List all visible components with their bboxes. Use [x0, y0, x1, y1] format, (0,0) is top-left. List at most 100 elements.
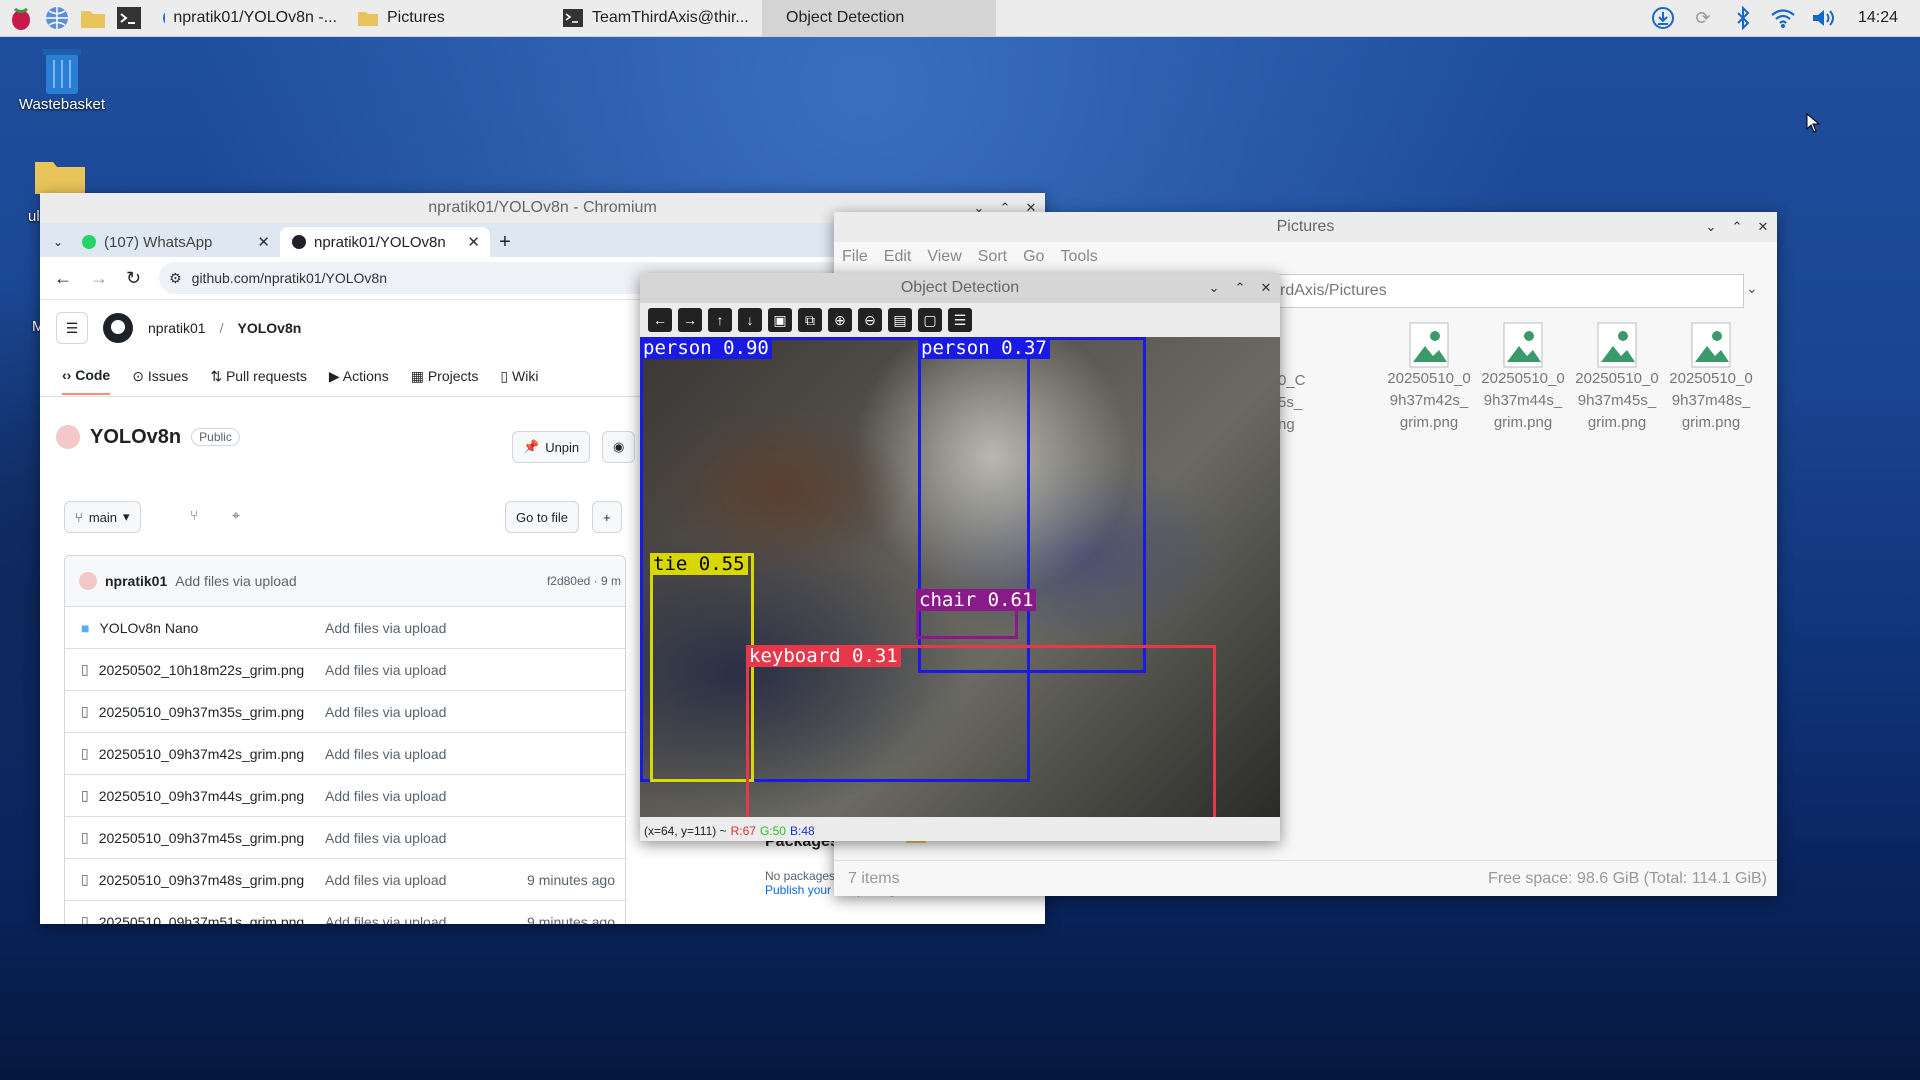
chevron-down-icon[interactable]: ⌄ [1746, 280, 1758, 297]
menu-file[interactable]: File [842, 248, 868, 266]
file-row[interactable]: ▯ 20250510_09h37m45s_grim.png Add files vi… [65, 816, 625, 858]
zoom-in-icon[interactable]: ⊕ [828, 308, 852, 332]
hamburger-menu-icon[interactable]: ☰ [56, 312, 88, 344]
file-name-cell[interactable]: ▯ 20250510_09h37m48s_grim.png [65, 871, 325, 888]
tab-projects[interactable]: ▦ Projects [411, 368, 479, 385]
wifi-icon[interactable] [1770, 5, 1796, 31]
file-row[interactable]: ▯ 20250510_09h37m44s_grim.png Add files vi… [65, 774, 625, 816]
file-commit-message[interactable]: Add files via upload [325, 872, 515, 888]
file-name-cell[interactable]: ▯ 20250510_09h37m45s_grim.png [65, 829, 325, 846]
go-to-file-button[interactable]: Go to file [505, 501, 580, 533]
image-thumbnail[interactable]: 20250510_0 9h37m42s_ grim.png [1384, 322, 1474, 434]
tab-pull-requests[interactable]: ⇅ Pull requests [210, 368, 307, 385]
file-commit-message[interactable]: Add files via upload [325, 662, 515, 678]
tab-code[interactable]: ‹› Code [62, 367, 111, 395]
file-commit-message[interactable]: Add files via upload [325, 704, 515, 720]
file-commit-message[interactable]: Add files via upload [325, 830, 515, 846]
minimize-icon[interactable]: ⌄ [1206, 280, 1222, 296]
new-tab-icon[interactable]: + [490, 227, 520, 257]
save-icon[interactable]: ▤ [888, 308, 912, 332]
pan-down-icon[interactable]: ↓ [738, 308, 762, 332]
updates-icon[interactable] [1650, 5, 1676, 31]
window-titlebar[interactable]: Pictures ⌄ ⌃ ✕ [834, 212, 1777, 242]
partial-thumb[interactable]: 0_C 5s_ ng [1278, 370, 1306, 436]
close-icon[interactable]: ✕ [1755, 219, 1771, 235]
reload-icon[interactable]: ↻ [126, 268, 141, 289]
file-name-cell[interactable]: ■ YOLOv8n Nano [65, 620, 325, 636]
minimize-icon[interactable]: ⌄ [1703, 219, 1719, 235]
file-row[interactable]: ▯ 20250502_10h18m22s_grim.png Add files vi… [65, 648, 625, 690]
task-chromium[interactable]: npratik01/YOLOv8n -... [152, 0, 347, 36]
browser-globe-icon[interactable] [42, 3, 72, 33]
forward-icon[interactable]: → [90, 268, 108, 289]
file-row[interactable]: ■ YOLOv8n Nano Add files via upload [65, 606, 625, 648]
branch-select[interactable]: ⑂ main ▾ [64, 501, 141, 533]
close-tab-icon[interactable]: ✕ [467, 233, 480, 251]
folder-desktop-icon[interactable] [34, 158, 86, 194]
file-row[interactable]: ▯ 20250510_09h37m42s_grim.png Add files vi… [65, 732, 625, 774]
owner-link[interactable]: npratik01 [148, 320, 206, 336]
file-commit-message[interactable]: Add files via upload [325, 746, 515, 762]
image-thumbnail[interactable]: 20250510_0 9h37m45s_ grim.png [1572, 322, 1662, 434]
sync-icon[interactable]: ⟳ [1690, 5, 1716, 31]
menu-go[interactable]: Go [1023, 248, 1044, 266]
maximize-icon[interactable]: ⌃ [1232, 280, 1248, 296]
commit-hash[interactable]: f2d80ed · 9 m [547, 574, 625, 588]
file-row[interactable]: ▯ 20250510_09h37m35s_grim.png Add files vi… [65, 690, 625, 732]
file-name-cell[interactable]: ▯ 20250502_10h18m22s_grim.png [65, 661, 325, 678]
menu-edit[interactable]: Edit [884, 248, 912, 266]
pan-right-icon[interactable]: → [678, 308, 702, 332]
menu-view[interactable]: View [927, 248, 961, 266]
github-logo-icon[interactable] [102, 312, 134, 344]
clock[interactable]: 14:24 [1858, 9, 1898, 27]
close-icon[interactable]: ✕ [1258, 280, 1274, 296]
pan-up-icon[interactable]: ↑ [708, 308, 732, 332]
menu-tools[interactable]: Tools [1060, 248, 1097, 266]
wastebasket-desktop-icon[interactable]: Wastebasket [12, 44, 112, 113]
window-titlebar[interactable]: Object Detection ⌄ ⌃ ✕ [640, 273, 1280, 303]
file-name-cell[interactable]: ▯ 20250510_09h37m42s_grim.png [65, 745, 325, 762]
tab-whatsapp[interactable]: (107) WhatsApp ✕ [70, 227, 280, 257]
zoom-out-icon[interactable]: ⊖ [858, 308, 882, 332]
commit-message[interactable]: Add files via upload [175, 573, 296, 589]
file-commit-message[interactable]: Add files via upload [325, 620, 515, 636]
maximize-icon[interactable]: ⌃ [1729, 219, 1745, 235]
terminal-icon[interactable] [114, 3, 144, 33]
close-tab-icon[interactable]: ✕ [257, 233, 270, 251]
menu-sort[interactable]: Sort [978, 248, 1007, 266]
task-pictures[interactable]: Pictures [347, 0, 552, 36]
file-row[interactable]: ▯ 20250510_09h37m48s_grim.png Add files vi… [65, 858, 625, 900]
zoom-original-icon[interactable]: ⧉ [798, 308, 822, 332]
tab-github[interactable]: npratik01/YOLOv8n ✕ [280, 227, 490, 257]
file-name-cell[interactable]: ▯ 20250510_09h37m35s_grim.png [65, 703, 325, 720]
branches-icon[interactable]: ⑂ [190, 507, 198, 523]
properties-icon[interactable]: ☰ [948, 308, 972, 332]
commit-user[interactable]: npratik01 [105, 573, 167, 589]
file-row[interactable]: ▯ 20250510_09h37m51s_grim.png Add files vi… [65, 900, 625, 924]
tab-issues[interactable]: ⊙ Issues [132, 368, 188, 385]
back-icon[interactable]: ← [54, 268, 72, 289]
raspberry-menu-icon[interactable] [6, 3, 36, 33]
tab-wiki[interactable]: ▯ Wiki [500, 368, 538, 385]
file-commit-message[interactable]: Add files via upload [325, 788, 515, 804]
repo-link[interactable]: YOLOv8n [237, 320, 301, 336]
zoom-fit-icon[interactable]: ▣ [768, 308, 792, 332]
copy-icon[interactable]: ▢ [918, 308, 942, 332]
image-thumbnail[interactable]: 20250510_0 9h37m48s_ grim.png [1666, 322, 1756, 434]
site-info-icon[interactable]: ⚙ [169, 270, 182, 287]
add-file-button[interactable]: + [592, 501, 622, 533]
task-terminal[interactable]: TeamThirdAxis@thir... [552, 0, 762, 36]
tags-icon[interactable]: ⌖ [232, 507, 240, 524]
file-manager-icon[interactable] [78, 3, 108, 33]
bluetooth-icon[interactable] [1730, 5, 1756, 31]
file-commit-message[interactable]: Add files via upload [325, 914, 515, 925]
tab-actions[interactable]: ▶ Actions [329, 368, 389, 385]
tab-search-icon[interactable]: ⌄ [46, 227, 70, 257]
pan-left-icon[interactable]: ← [648, 308, 672, 332]
image-thumbnail[interactable]: 20250510_0 9h37m44s_ grim.png [1478, 322, 1568, 434]
unpin-button[interactable]: 📌 Unpin [512, 431, 591, 463]
file-name-cell[interactable]: ▯ 20250510_09h37m51s_grim.png [65, 913, 325, 924]
volume-icon[interactable] [1810, 5, 1836, 31]
task-object-detection[interactable]: Object Detection [762, 0, 996, 36]
watch-button[interactable]: ◉ [602, 431, 636, 463]
